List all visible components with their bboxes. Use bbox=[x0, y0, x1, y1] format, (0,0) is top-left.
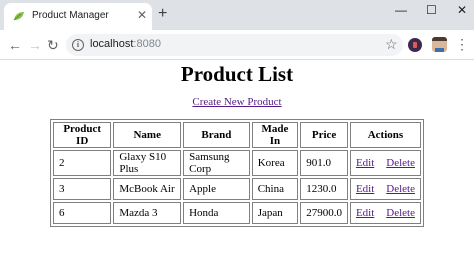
cell-made-in: China bbox=[251, 178, 299, 200]
delete-link[interactable]: Delete bbox=[386, 207, 415, 219]
cell-name: McBook Air bbox=[113, 178, 182, 200]
header-actions: Actions bbox=[349, 122, 421, 148]
maximize-icon[interactable]: ☐ bbox=[426, 3, 437, 17]
url-text[interactable]: localhost:8080 bbox=[90, 38, 161, 50]
cell-price: 1230.0 bbox=[300, 178, 348, 200]
more-menu-icon[interactable]: ⋮ bbox=[455, 36, 469, 52]
extension-icon[interactable] bbox=[408, 38, 422, 52]
cell-brand: Apple bbox=[183, 178, 250, 200]
address-bar[interactable]: i localhost:8080 ☆ bbox=[66, 34, 403, 56]
cell-brand: Honda bbox=[183, 202, 250, 224]
table-row: 3 McBook Air Apple China 1230.0 Edit Dele… bbox=[53, 178, 421, 200]
close-window-icon[interactable]: ✕ bbox=[457, 3, 467, 17]
cell-actions: Edit Delete bbox=[349, 150, 421, 176]
forward-arrow-icon[interactable]: → bbox=[28, 37, 42, 53]
edit-link[interactable]: Edit bbox=[356, 183, 374, 195]
cell-actions: Edit Delete bbox=[349, 178, 421, 200]
cell-made-in: Japan bbox=[251, 202, 299, 224]
edit-link[interactable]: Edit bbox=[356, 207, 374, 219]
cell-price: 901.0 bbox=[300, 150, 348, 176]
profile-avatar[interactable] bbox=[432, 37, 447, 52]
info-icon[interactable]: i bbox=[72, 39, 84, 51]
star-icon[interactable]: ☆ bbox=[385, 36, 398, 52]
cell-product-id: 2 bbox=[53, 150, 112, 176]
product-table: Product ID Name Brand Made In Price Acti… bbox=[50, 119, 424, 227]
browser-tab-strip: Product Manager ✕ + — ☐ ✕ bbox=[0, 0, 474, 30]
create-new-product-link[interactable]: Create New Product bbox=[192, 96, 281, 108]
cell-made-in: Korea bbox=[251, 150, 299, 176]
browser-toolbar: ← → ↻ i localhost:8080 ☆ bbox=[0, 30, 474, 60]
url-host: localhost bbox=[90, 38, 134, 50]
table-row: 2 Glaxy S10 Plus Samsung Corp Korea 901.… bbox=[53, 150, 421, 176]
edit-link[interactable]: Edit bbox=[356, 157, 374, 169]
favicon-leaf-icon bbox=[13, 12, 24, 21]
cell-name: Glaxy S10 Plus bbox=[113, 150, 182, 176]
cell-brand: Samsung Corp bbox=[183, 150, 250, 176]
reload-icon[interactable]: ↻ bbox=[47, 37, 59, 53]
delete-link[interactable]: Delete bbox=[386, 157, 415, 169]
header-product-id: Product ID bbox=[53, 122, 112, 148]
cell-product-id: 3 bbox=[53, 178, 112, 200]
table-header-row: Product ID Name Brand Made In Price Acti… bbox=[53, 122, 421, 148]
header-brand: Brand bbox=[183, 122, 250, 148]
url-port: :8080 bbox=[133, 38, 161, 50]
browser-tab[interactable]: Product Manager ✕ bbox=[4, 3, 152, 30]
plus-icon[interactable]: + bbox=[158, 5, 167, 23]
cell-actions: Edit Delete bbox=[349, 202, 421, 224]
page-title: Product List bbox=[180, 62, 294, 86]
back-arrow-icon[interactable]: ← bbox=[8, 37, 22, 53]
header-made-in: Made In bbox=[251, 122, 299, 148]
cell-product-id: 6 bbox=[53, 202, 112, 224]
tab-title: Product Manager bbox=[32, 10, 109, 21]
cell-price: 27900.0 bbox=[300, 202, 348, 224]
header-price: Price bbox=[300, 122, 348, 148]
header-name: Name bbox=[113, 122, 182, 148]
table-row: 6 Mazda 3 Honda Japan 27900.0 Edit Delete bbox=[53, 202, 421, 224]
minimize-icon[interactable]: — bbox=[395, 3, 407, 17]
close-icon[interactable]: ✕ bbox=[137, 8, 147, 22]
delete-link[interactable]: Delete bbox=[386, 183, 415, 195]
cell-name: Mazda 3 bbox=[113, 202, 182, 224]
create-link-container: Create New Product bbox=[0, 96, 474, 108]
